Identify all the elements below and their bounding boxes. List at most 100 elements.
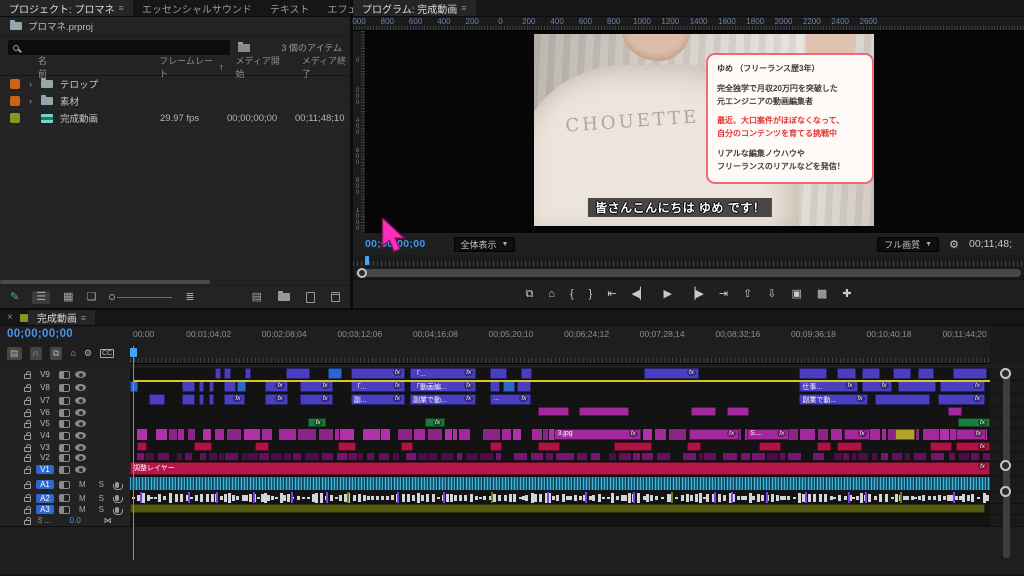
timeline-clip[interactable]: S....fx: [747, 429, 789, 440]
panel-tab-0[interactable]: プロジェクト: プロマネ≡: [0, 0, 133, 16]
mark-in-icon[interactable]: {: [570, 289, 574, 300]
timeline-clip[interactable]: [893, 368, 911, 379]
track-lock-icon[interactable]: [24, 374, 31, 379]
sync-lock-icon[interactable]: [59, 481, 70, 489]
clip-segment[interactable]: [741, 453, 750, 460]
sync-lock-icon[interactable]: [59, 397, 70, 405]
clip-segment[interactable]: [852, 453, 856, 460]
clip-segment[interactable]: [546, 453, 553, 460]
clip-segment[interactable]: [200, 453, 206, 460]
clip-segment[interactable]: [215, 429, 224, 440]
track-lane-V3[interactable]: fx: [130, 442, 990, 452]
timeline-clip[interactable]: [199, 381, 204, 392]
extract-icon[interactable]: ⇩: [767, 289, 776, 300]
clip-segment[interactable]: [367, 453, 374, 460]
track-header-V2[interactable]: V2: [0, 453, 130, 462]
track-target-toggle[interactable]: V7: [36, 396, 54, 405]
breadcrumb[interactable]: プロマネ.prproj: [0, 17, 350, 36]
timeline-clip[interactable]: [817, 442, 831, 451]
timeline-clip[interactable]: fx: [862, 381, 892, 392]
clip-segment[interactable]: [643, 429, 652, 440]
clip-segment[interactable]: [428, 429, 442, 440]
clip-segment[interactable]: [882, 429, 886, 440]
timeline-clip[interactable]: [759, 442, 781, 451]
freeform-view-icon[interactable]: ❏: [87, 292, 97, 303]
clip-segment[interactable]: [905, 453, 910, 460]
track-target-toggle[interactable]: A3: [36, 505, 54, 514]
track-header-V8[interactable]: V8: [0, 381, 130, 394]
label-color-swatch[interactable]: [10, 79, 20, 89]
clip-segment[interactable]: [185, 453, 191, 460]
clip-segment[interactable]: [406, 453, 416, 460]
timeline-settings-icon[interactable]: ⚙: [84, 349, 92, 358]
clip-segment[interactable]: [428, 453, 436, 460]
timeline-clip[interactable]: [215, 368, 221, 379]
clip-segment[interactable]: [591, 453, 600, 460]
clip-segment[interactable]: [633, 453, 640, 460]
timeline-clip[interactable]: 3.jpgfx: [554, 429, 640, 440]
timeline-current-timecode[interactable]: 00;00;00;00: [0, 326, 130, 343]
timeline-clip[interactable]: [328, 368, 342, 379]
sync-lock-icon[interactable]: [59, 466, 70, 474]
program-scrollbar[interactable]: [356, 269, 1021, 277]
timeline-clip[interactable]: [149, 394, 165, 405]
timeline-clip[interactable]: [224, 368, 231, 379]
play-icon[interactable]: ▶: [663, 289, 671, 300]
writable-pencil-icon[interactable]: ✎: [10, 292, 19, 303]
timeline-clip[interactable]: [691, 407, 716, 416]
clip-segment[interactable]: [752, 453, 765, 460]
zoom-fit-select[interactable]: 全体表示 ▼: [454, 237, 516, 252]
new-item-icon[interactable]: [306, 292, 315, 303]
clip-segment[interactable]: [178, 429, 185, 440]
track-target-toggle[interactable]: V1: [36, 465, 54, 474]
timeline-clip[interactable]: [837, 442, 861, 451]
clip-segment[interactable]: [818, 429, 827, 440]
clip-segment[interactable]: [843, 453, 849, 460]
go-to-in-icon[interactable]: ⇤: [607, 289, 616, 300]
solo-toggle[interactable]: S: [99, 505, 104, 514]
clip-segment[interactable]: [513, 429, 520, 440]
timeline-clip[interactable]: ...fx: [490, 394, 531, 405]
clip-segment[interactable]: [418, 453, 427, 460]
track-visibility-eye-icon[interactable]: [75, 409, 86, 416]
create-bin-from-search-icon[interactable]: [238, 44, 250, 52]
clip-segment[interactable]: [872, 453, 877, 460]
timeline-clip[interactable]: [209, 394, 214, 405]
clip-segment[interactable]: [549, 429, 554, 440]
clip-segment[interactable]: [923, 429, 939, 440]
scrollbar-knob[interactable]: [1000, 486, 1011, 497]
clip-segment[interactable]: [858, 453, 868, 460]
scrollbar-knob[interactable]: [1000, 368, 1011, 379]
sync-lock-icon[interactable]: [59, 432, 70, 440]
clip-segment[interactable]: [319, 429, 333, 440]
expand-chevron-icon[interactable]: ›: [29, 96, 39, 106]
clip-segment[interactable]: [831, 429, 842, 440]
timeline-clip[interactable]: fx: [940, 381, 985, 392]
mark-out-icon[interactable]: }: [589, 289, 593, 300]
timeline-clip[interactable]: fx: [265, 381, 287, 392]
timeline-clip[interactable]: 副...fx: [351, 394, 405, 405]
sync-lock-icon[interactable]: [59, 454, 70, 462]
clip-segment[interactable]: [247, 453, 257, 460]
delete-icon[interactable]: [331, 292, 340, 302]
clip-segment[interactable]: [914, 453, 926, 460]
track-lane-V1[interactable]: 調整レイヤーfx: [130, 462, 990, 476]
track-target-toggle[interactable]: V4: [36, 431, 54, 440]
panel-tab-2[interactable]: テキスト: [261, 0, 319, 16]
step-forward-icon[interactable]: ▕▶: [687, 289, 704, 300]
timeline-clip[interactable]: fx: [300, 381, 333, 392]
mute-toggle[interactable]: M: [79, 494, 86, 503]
track-visibility-eye-icon[interactable]: [75, 432, 86, 439]
timeline-clip[interactable]: 「動画編...fx: [410, 381, 476, 392]
button-editor-icon[interactable]: ✚: [842, 289, 851, 300]
timeline-sequence-tab[interactable]: 完成動画 ≡: [28, 310, 95, 325]
track-lock-icon[interactable]: [24, 469, 31, 474]
timeline-clip[interactable]: 「...fx: [351, 381, 405, 392]
new-bin-icon[interactable]: [278, 293, 290, 301]
comparison-view-icon[interactable]: ⧉: [525, 289, 533, 300]
step-back-icon[interactable]: ◀▏: [632, 289, 649, 300]
add-marker-icon[interactable]: ⌂: [548, 289, 555, 300]
clip-segment[interactable]: [971, 453, 979, 460]
label-color-swatch[interactable]: [10, 113, 20, 123]
clip-segment[interactable]: [227, 429, 240, 440]
